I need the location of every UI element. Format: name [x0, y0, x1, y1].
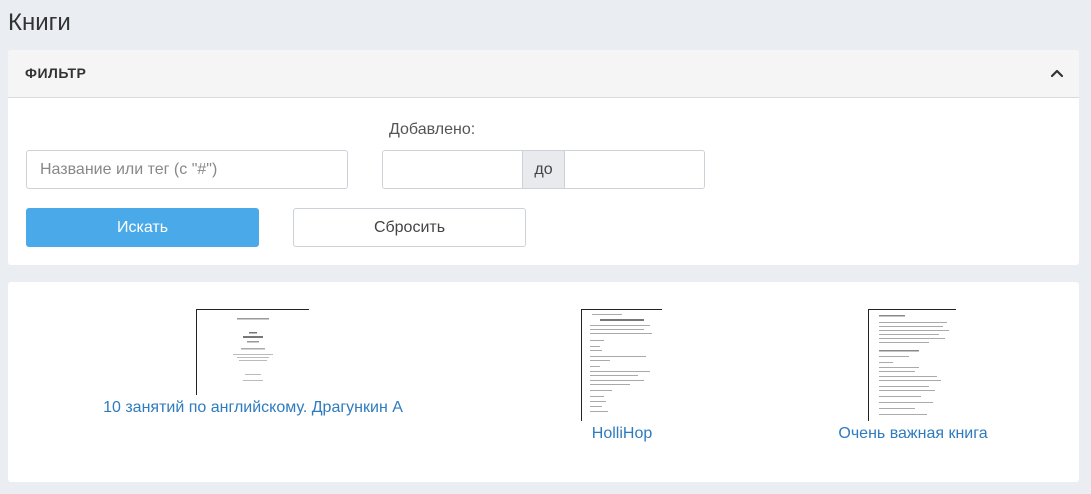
search-input[interactable] [26, 150, 348, 189]
book-cover[interactable] [196, 309, 309, 395]
date-separator: до [522, 151, 565, 188]
page-title: Книги [8, 9, 71, 36]
added-date-label: Добавлено: [389, 121, 476, 138]
date-to-input[interactable] [565, 151, 704, 188]
book-cover[interactable] [581, 309, 662, 421]
filter-header[interactable]: ФИЛЬТР [8, 50, 1079, 98]
filter-title: ФИЛЬТР [25, 65, 87, 81]
book-title-link[interactable]: Очень важная книга [838, 425, 987, 443]
book-title-link[interactable]: 10 занятий по английскому. Драгункин А [103, 399, 403, 417]
search-button[interactable]: Искать [26, 208, 259, 247]
reset-button[interactable]: Сбросить [293, 208, 526, 247]
filter-panel: ФИЛЬТР Добавлено: до Искать Сбросить [8, 50, 1079, 265]
book-cover[interactable] [868, 309, 956, 421]
chevron-up-icon[interactable] [1049, 66, 1065, 82]
book-title-link[interactable]: HolliHop [592, 425, 652, 443]
date-range-group: до [382, 150, 705, 189]
date-from-input[interactable] [383, 151, 522, 188]
books-panel: 10 занятий по английскому. Драгункин А H… [8, 282, 1079, 482]
